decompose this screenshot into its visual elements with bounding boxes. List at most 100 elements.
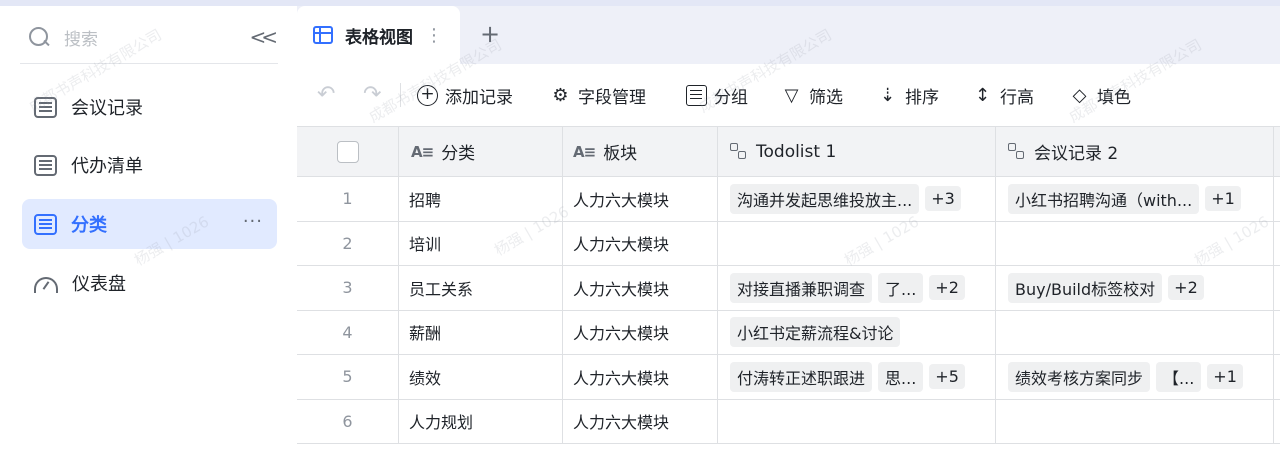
category-cell[interactable]: 培训 — [399, 221, 563, 265]
meeting-cell[interactable]: 绩效考核方案同步 【... +1 — [996, 355, 1274, 399]
todolist-cell[interactable]: 付涛转正述职跟进 思... +5 — [718, 355, 996, 399]
more-records-badge[interactable]: +5 — [929, 364, 965, 390]
add-circle-icon: + — [417, 84, 438, 106]
todolist-cell[interactable]: 对接直播兼职调查 了... +2 — [718, 266, 996, 310]
fill-color-button[interactable]: ◇ 填色 — [1069, 82, 1131, 108]
row-number-cell[interactable]: 4 — [297, 310, 399, 354]
table-row[interactable]: 2 培训 人力六大模块 — [297, 221, 1280, 266]
category-cell[interactable]: 绩效 — [399, 355, 563, 399]
add-record-label: 添加记录 — [445, 87, 513, 108]
sidebar-item-category[interactable]: 分类 ··· — [22, 199, 277, 249]
sort-button[interactable]: ⇣ 排序 — [877, 82, 939, 108]
table-row[interactable]: 6 人力规划 人力六大模块 — [297, 399, 1280, 444]
more-options-icon[interactable]: ··· — [243, 211, 263, 232]
collapse-sidebar-icon[interactable]: << — [249, 25, 277, 49]
sidebar-item-todo-list[interactable]: 代办清单 — [22, 140, 277, 190]
block-cell[interactable]: 人力六大模块 — [563, 355, 718, 399]
block-cell[interactable]: 人力六大模块 — [563, 177, 718, 221]
block-cell[interactable]: 人力六大模块 — [563, 266, 718, 310]
sidebar: 搜索 << 会议记录 代办清单 分类 ··· 仪表盘 — [0, 6, 297, 450]
gear-icon: ⚙ — [552, 84, 569, 106]
field-manage-button[interactable]: ⚙ 字段管理 — [550, 82, 646, 108]
tab-table-view[interactable]: 表格视图 ⋮ — [297, 6, 460, 64]
category-cell[interactable]: 员工关系 — [399, 266, 563, 310]
row-number: 4 — [342, 322, 353, 342]
more-records-badge[interactable]: +2 — [929, 275, 965, 301]
row-number: 5 — [342, 367, 353, 387]
more-records-badge[interactable]: +2 — [1168, 275, 1204, 301]
table-row[interactable]: 4 薪酬 人力六大模块 小红书定薪流程&讨论 — [297, 310, 1280, 355]
linked-record-tag[interactable]: 【... — [1156, 361, 1202, 392]
table-row[interactable]: 1 招聘 人力六大模块 沟通并发起思维投放主... +3 小红书招聘沟通（with... +… — [297, 177, 1280, 222]
row-number-cell[interactable]: 3 — [297, 266, 399, 310]
overflow-cell — [1274, 355, 1280, 399]
select-all-checkbox[interactable] — [336, 140, 359, 163]
sidebar-item-label: 代办清单 — [71, 156, 143, 177]
overflow-cell — [1274, 177, 1280, 221]
category-value: 招聘 — [409, 190, 442, 210]
tab-menu-icon[interactable]: ⋮ — [425, 25, 443, 46]
more-records-badge[interactable]: +3 — [925, 186, 961, 212]
row-number: 6 — [342, 411, 353, 431]
table-row[interactable]: 5 绩效 人力六大模块 付涛转正述职跟进 思... +5 绩效考核方案同步 【... +1 — [297, 355, 1280, 400]
add-record-button[interactable]: + 添加记录 — [417, 82, 513, 108]
header-row: A≡ 分类 A≡ 板块 Todolist 1 会议记录 2 — [297, 127, 1280, 177]
row-number-cell[interactable]: 1 — [297, 177, 399, 221]
search-icon — [28, 26, 50, 48]
search-bar[interactable]: 搜索 << — [28, 22, 278, 52]
meeting-cell[interactable] — [996, 399, 1274, 443]
todolist-cell[interactable]: 小红书定薪流程&讨论 — [718, 310, 996, 354]
row-number-cell[interactable]: 5 — [297, 355, 399, 399]
undo-icon[interactable]: ↶ — [317, 82, 335, 107]
redo-icon[interactable]: ↷ — [363, 82, 381, 107]
search-input[interactable]: 搜索 — [64, 25, 249, 50]
category-cell[interactable]: 人力规划 — [399, 399, 563, 443]
todolist-cell[interactable]: 沟通并发起思维投放主... +3 — [718, 177, 996, 221]
linked-record-tag[interactable]: 沟通并发起思维投放主... — [730, 183, 920, 214]
group-button[interactable]: 分组 — [686, 82, 748, 108]
toolbar-divider — [400, 83, 401, 107]
column-header-category[interactable]: A≡ 分类 — [399, 127, 563, 176]
category-value: 绩效 — [409, 368, 442, 388]
block-cell[interactable]: 人力六大模块 — [563, 221, 718, 265]
meeting-cell[interactable] — [996, 221, 1274, 265]
meeting-cell[interactable]: Buy/Build标签校对 +2 — [996, 266, 1274, 310]
linked-record-tag[interactable]: 小红书招聘沟通（with... — [1008, 183, 1200, 214]
linked-record-tag[interactable]: 对接直播兼职调查 — [730, 272, 873, 303]
linked-record-tag[interactable]: 了... — [878, 272, 924, 303]
column-header-todolist[interactable]: Todolist 1 — [718, 127, 996, 176]
add-view-button[interactable]: + — [480, 20, 500, 48]
more-records-badge[interactable]: +1 — [1207, 364, 1243, 390]
sidebar-item-dashboard[interactable]: 仪表盘 — [22, 258, 277, 308]
row-number-cell[interactable]: 2 — [297, 221, 399, 265]
meeting-cell[interactable] — [996, 310, 1274, 354]
block-cell[interactable]: 人力六大模块 — [563, 399, 718, 443]
block-cell[interactable]: 人力六大模块 — [563, 310, 718, 354]
column-header-label: 板块 — [603, 144, 638, 164]
category-cell[interactable]: 招聘 — [399, 177, 563, 221]
category-cell[interactable]: 薪酬 — [399, 310, 563, 354]
block-value: 人力六大模块 — [573, 279, 670, 299]
row-number-cell[interactable]: 6 — [297, 399, 399, 443]
overflow-cell — [1274, 222, 1280, 266]
table-row[interactable]: 3 员工关系 人力六大模块 对接直播兼职调查 了... +2 Buy/Build标签校对 +2 — [297, 266, 1280, 311]
linked-record-tag[interactable]: 小红书定薪流程&讨论 — [730, 317, 901, 348]
column-header-block[interactable]: A≡ 板块 — [563, 127, 718, 176]
row-height-button[interactable]: ↕ 行高 — [972, 82, 1034, 108]
todolist-cell[interactable] — [718, 221, 996, 265]
more-records-badge[interactable]: +1 — [1205, 186, 1241, 212]
meeting-cell[interactable]: 小红书招聘沟通（with... +1 — [996, 177, 1274, 221]
linked-record-tag[interactable]: 绩效考核方案同步 — [1008, 361, 1151, 392]
column-header-meeting[interactable]: 会议记录 2 — [996, 127, 1274, 176]
block-value: 人力六大模块 — [573, 235, 670, 255]
sidebar-item-meeting-notes[interactable]: 会议记录 — [22, 82, 277, 132]
linked-record-tag[interactable]: Buy/Build标签校对 — [1008, 272, 1163, 303]
field-manage-label: 字段管理 — [578, 87, 646, 108]
todolist-cell[interactable] — [718, 399, 996, 443]
data-grid: A≡ 分类 A≡ 板块 Todolist 1 会议记录 2 1 招聘 人力六大模块沟… — [297, 126, 1280, 450]
linked-record-tag[interactable]: 思... — [878, 361, 924, 392]
filter-button[interactable]: ▽ 筛选 — [781, 82, 843, 108]
linked-record-tag[interactable]: 付涛转正述职跟进 — [730, 361, 873, 392]
category-value: 员工关系 — [409, 279, 474, 299]
paint-bucket-icon: ◇ — [1072, 84, 1087, 106]
